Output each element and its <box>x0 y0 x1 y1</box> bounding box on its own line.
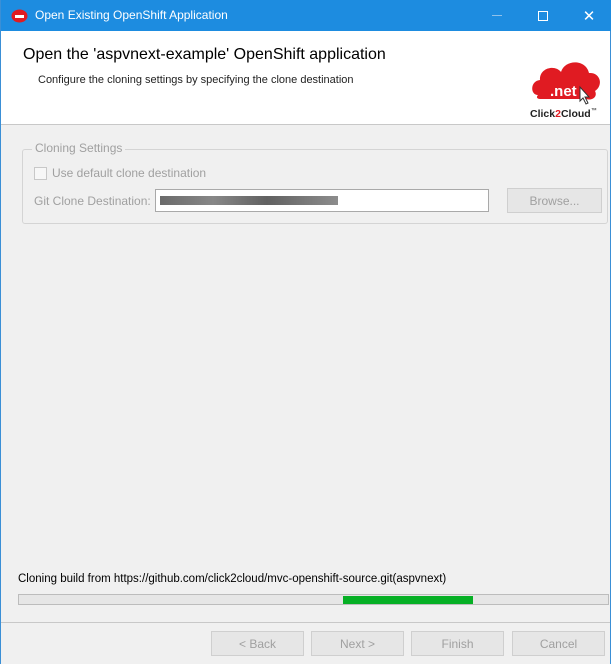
logo-brand-suffix: Cloud <box>561 108 591 120</box>
minimize-button[interactable] <box>474 0 520 31</box>
click2cloud-logo: .net Click2Cloud™ <box>530 62 600 120</box>
back-button[interactable]: < Back <box>211 631 304 656</box>
logo-net-text: .net <box>550 83 577 100</box>
use-default-destination-label: Use default clone destination <box>52 166 207 180</box>
title-bar: Open Existing OpenShift Application ✕ <box>1 0 611 31</box>
use-default-destination-option[interactable]: Use default clone destination <box>34 166 206 180</box>
svg-text:Click2Cloud™: Click2Cloud™ <box>530 107 597 120</box>
openshift-app-icon <box>11 9 28 23</box>
wizard-header: Open the 'aspvnext-example' OpenShift ap… <box>1 31 610 125</box>
maximize-button[interactable] <box>520 0 566 31</box>
use-default-destination-checkbox[interactable] <box>34 166 47 180</box>
cloning-settings-legend: Cloning Settings <box>32 141 126 155</box>
dialog-window: Open Existing OpenShift Application ✕ Op… <box>0 0 611 664</box>
redacted-path <box>160 196 338 205</box>
minimize-icon <box>492 15 502 16</box>
finish-button[interactable]: Finish <box>411 631 504 656</box>
close-button[interactable]: ✕ <box>566 0 611 31</box>
close-icon: ✕ <box>582 6 596 25</box>
footer-divider <box>1 622 610 623</box>
clone-destination-field[interactable] <box>155 189 489 212</box>
page-description: Configure the cloning settings by specif… <box>38 74 354 86</box>
progress-bar <box>18 594 609 605</box>
progress-status-message: Cloning build from https://github.com/cl… <box>18 573 447 585</box>
logo-brand-prefix: Click <box>530 108 555 120</box>
progress-bar-fill <box>343 596 473 604</box>
browse-button[interactable]: Browse... <box>507 188 602 213</box>
next-button[interactable]: Next > <box>311 631 404 656</box>
cancel-button[interactable]: Cancel <box>512 631 605 656</box>
logo-tm: ™ <box>591 107 597 114</box>
maximize-icon <box>538 10 548 21</box>
page-title: Open the 'aspvnext-example' OpenShift ap… <box>23 46 386 63</box>
clone-destination-label: Git Clone Destination: <box>34 194 151 208</box>
window-title: Open Existing OpenShift Application <box>35 8 228 22</box>
